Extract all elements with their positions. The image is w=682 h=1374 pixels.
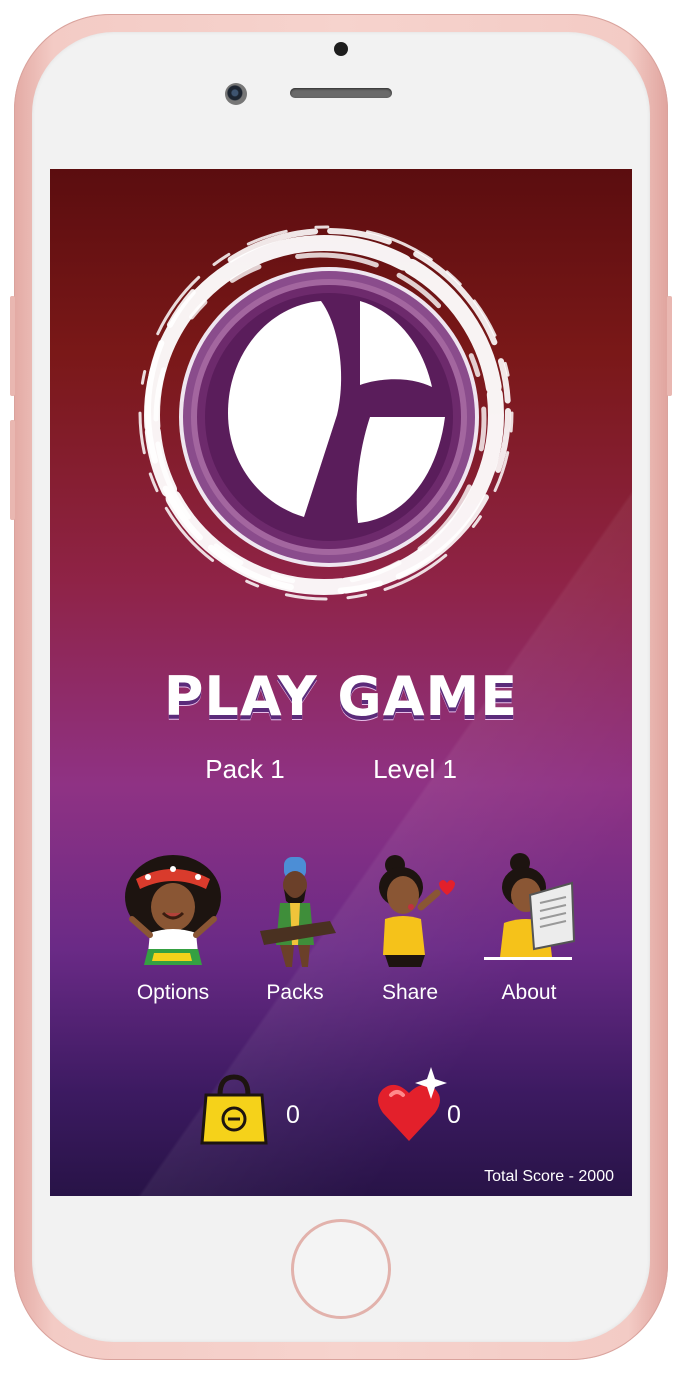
volume-up-button [10,296,15,396]
woman-reading-avatar-icon [484,853,576,960]
options-button[interactable]: Options [113,849,233,1005]
app-logo-icon [138,225,514,601]
power-button [667,296,672,396]
level-indicator: Level 1 [373,754,457,784]
woman-headwrap-avatar-icon [125,855,221,965]
volume-down-button [10,420,15,520]
app-screen: PLAY GAME Pack 1 Level 1 Options Packs S… [50,169,632,1196]
bag-count: 0 [286,1101,300,1129]
front-camera [225,83,247,105]
heart-icon [378,1067,447,1141]
bag-counter[interactable]: 0 [200,1067,320,1147]
woman-blowing-kiss-avatar-icon [379,855,455,967]
share-label: Share [381,981,439,1004]
man-headwrap-avatar-icon [260,857,336,967]
proximity-sensor [334,42,348,56]
hearts-counter[interactable]: 0 [377,1067,497,1147]
total-score: Total Score - 2000 [484,1168,614,1185]
packs-label: Packs [266,981,324,1004]
play-game-button[interactable]: PLAY GAME [50,665,632,728]
about-button[interactable]: About [469,849,589,1005]
hearts-count: 0 [447,1101,461,1129]
packs-button[interactable]: Packs [235,849,355,1005]
pack-indicator: Pack 1 [205,754,285,784]
about-label: About [501,981,557,1004]
home-button[interactable] [291,1219,391,1319]
share-button[interactable]: Share [350,849,470,1005]
earpiece-speaker [290,88,392,98]
options-label: Options [136,981,210,1004]
shopping-bag-icon [200,1074,268,1145]
